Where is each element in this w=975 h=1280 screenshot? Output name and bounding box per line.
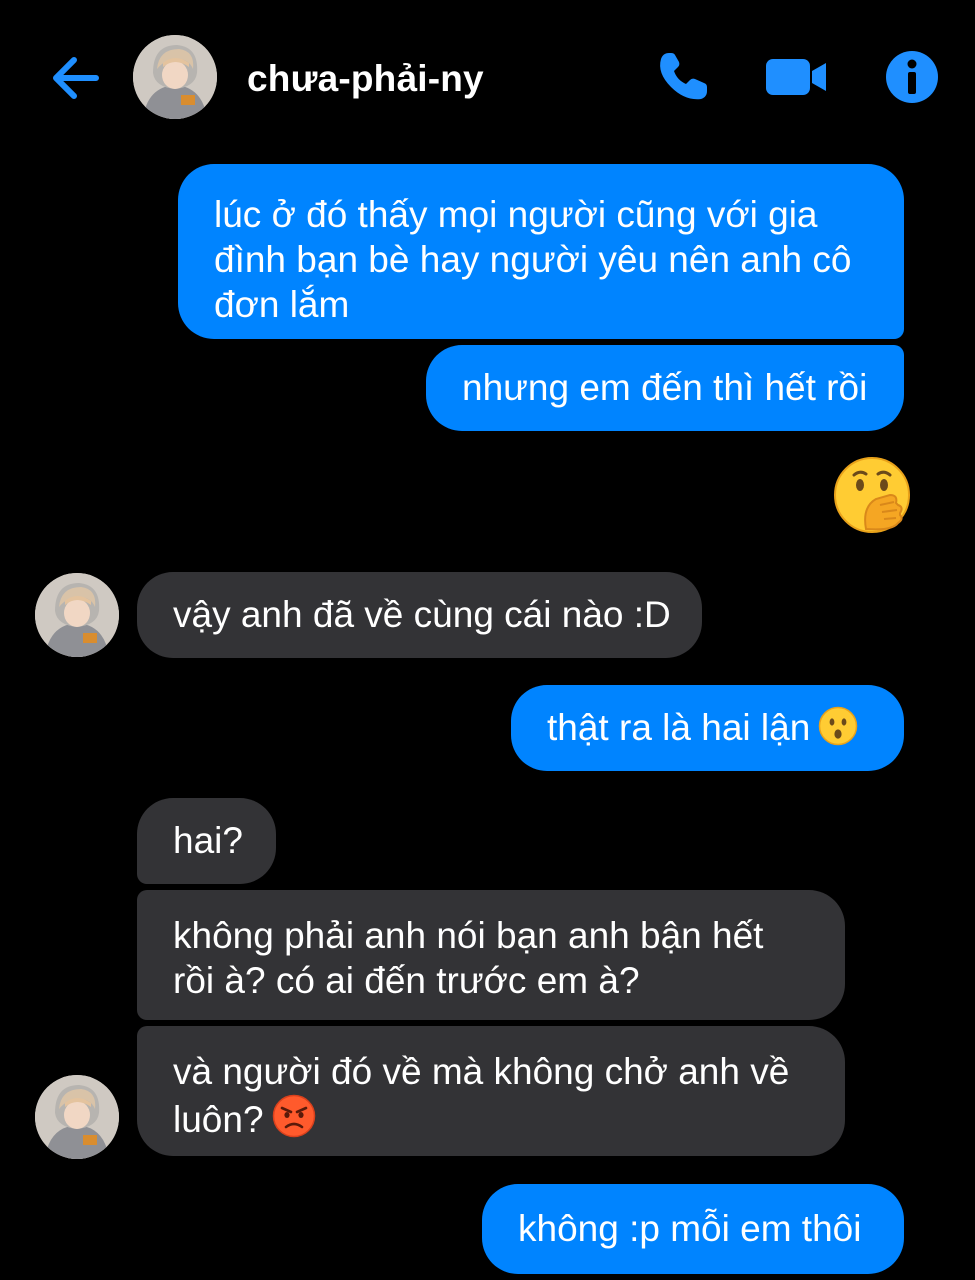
info-icon — [886, 51, 938, 103]
voice-call-button[interactable] — [651, 45, 715, 109]
info-button[interactable] — [880, 45, 944, 109]
sent-emoji-message[interactable] — [832, 455, 912, 535]
message-text: lúc ở đó thấy mọi người cũng với gia đìn… — [214, 194, 852, 325]
phone-icon — [660, 53, 707, 100]
face-with-hand-over-mouth-emoji — [834, 457, 910, 533]
video-camera-icon — [766, 59, 826, 95]
received-message[interactable]: vậy anh đã về cùng cái nào :D — [137, 572, 702, 658]
avatar-image — [35, 573, 119, 657]
sent-message[interactable]: nhưng em đến thì hết rồi — [426, 345, 904, 431]
chat-header: chưa-phải-ny — [0, 0, 975, 150]
contact-avatar[interactable] — [35, 573, 119, 657]
message-text: không phải anh nói bạn anh bận hết rồi à… — [173, 915, 764, 1001]
message-text: không :p mỗi em thôi — [518, 1208, 862, 1249]
back-button[interactable] — [44, 50, 104, 106]
message-text: và người đó về mà không chở anh về luôn? — [173, 1051, 790, 1140]
received-message[interactable]: hai? — [137, 798, 276, 884]
message-text: hai? — [173, 820, 243, 861]
message-text: nhưng em đến thì hết rồi — [462, 367, 868, 408]
video-call-button[interactable] — [764, 45, 828, 109]
contact-name[interactable]: chưa-phải-ny — [247, 58, 484, 100]
contact-avatar[interactable] — [35, 1075, 119, 1159]
sent-message[interactable]: không :p mỗi em thôi — [482, 1184, 904, 1274]
contact-avatar[interactable] — [133, 35, 217, 119]
avatar-image — [133, 35, 217, 119]
message-text: thật ra là hai lận — [547, 707, 811, 748]
avatar-image — [35, 1075, 119, 1159]
received-message[interactable]: và người đó về mà không chở anh về luôn? — [137, 1026, 845, 1156]
sent-message[interactable]: thật ra là hai lận — [511, 685, 904, 771]
hushed-face-emoji — [818, 706, 858, 756]
received-message[interactable]: không phải anh nói bạn anh bận hết rồi à… — [137, 890, 845, 1020]
message-text: vậy anh đã về cùng cái nào :D — [173, 594, 671, 635]
angry-face-emoji — [272, 1094, 316, 1148]
sent-message[interactable]: lúc ở đó thấy mọi người cũng với gia đìn… — [178, 164, 904, 339]
arrow-left-icon — [53, 57, 99, 99]
